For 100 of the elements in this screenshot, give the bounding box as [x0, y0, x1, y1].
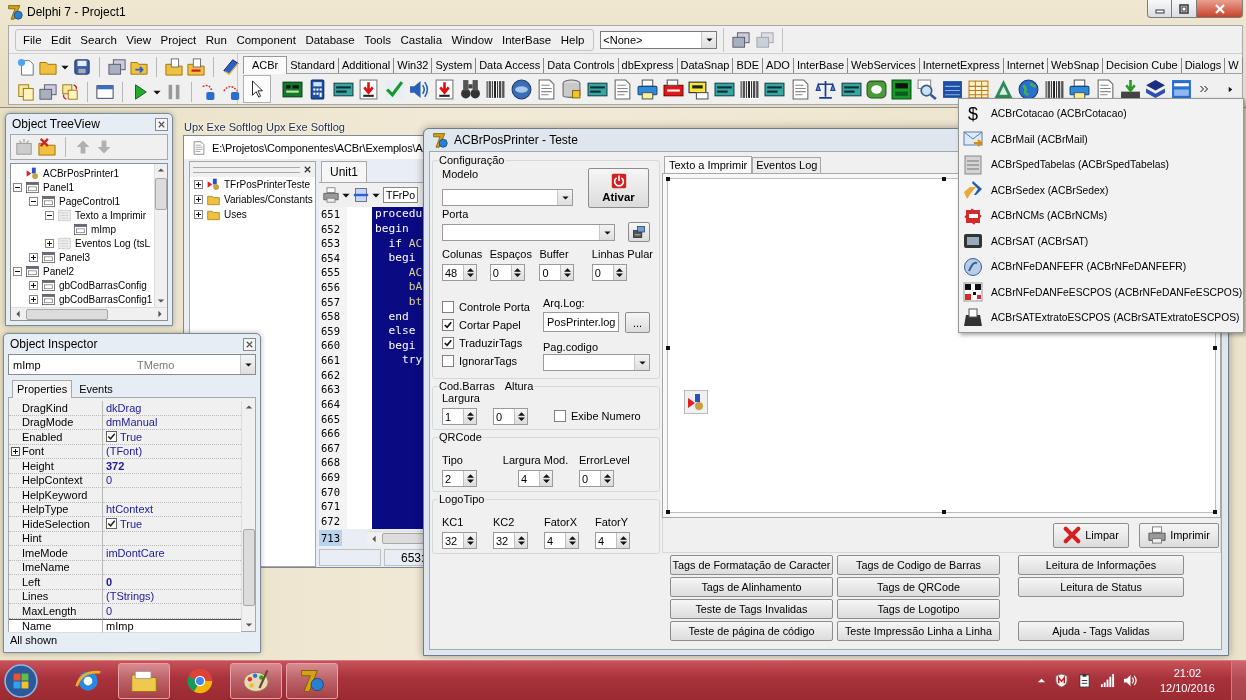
menu-item[interactable]: ACBrNFeDANFeESCPOS (ACBrNFeDANFeESCPOS) [961, 279, 1243, 305]
property-name[interactable]: MaxLength [9, 604, 103, 619]
property-name[interactable]: HelpKeyword [9, 488, 103, 503]
tree-toggle[interactable] [29, 196, 38, 206]
scroll-up-icon[interactable] [157, 166, 165, 174]
list-icon[interactable] [942, 78, 964, 100]
magnifier-icon[interactable] [916, 78, 938, 100]
property-name[interactable]: HideSelection [9, 517, 103, 532]
spin-button[interactable] [616, 533, 629, 548]
tab[interactable]: Unit1 [321, 161, 367, 182]
property-value[interactable]: True [103, 517, 241, 532]
arrow-down-icon[interactable] [434, 78, 456, 100]
clock-time[interactable]: 21:02 [1173, 665, 1202, 681]
palette-tab[interactable]: dbExpress [618, 58, 678, 73]
property-name[interactable]: HelpType [9, 502, 103, 517]
arrow-down-icon[interactable] [358, 78, 380, 100]
tree-item[interactable]: Eventos Log (tsL [75, 237, 151, 249]
tree-item[interactable]: gbCodBarrasConfig [59, 279, 147, 291]
scroll-thumb[interactable] [155, 178, 167, 210]
spin-field[interactable]: 1 [442, 408, 477, 425]
scroll-right-icon[interactable] [1226, 84, 1234, 94]
tab[interactable]: Events [74, 380, 118, 397]
spin-field[interactable]: 4 [544, 532, 579, 549]
test-button[interactable]: Teste Impressão Linha a Linha [837, 621, 1000, 641]
scroll-down-icon[interactable] [157, 297, 165, 305]
taskbar-button[interactable] [118, 662, 170, 699]
property-name[interactable]: ImeMode [9, 546, 103, 561]
copy-icon[interactable] [17, 82, 35, 101]
book-icon[interactable] [222, 57, 240, 76]
dropdown-field[interactable] [442, 223, 615, 241]
test-button[interactable]: Tags de Formatação de Caracter [670, 555, 833, 575]
scroll-thumb[interactable] [382, 533, 424, 544]
test-button[interactable]: Tags de Codigo de Barras [837, 555, 1000, 575]
tab[interactable]: Properties [12, 380, 73, 398]
menu-item[interactable]: Help [560, 33, 585, 46]
clock-date[interactable]: 12/10/2016 [1159, 680, 1215, 696]
menu-item[interactable]: ACBrSpedTabelas (ACBrSpedTabelas) [961, 152, 1243, 178]
tree-item[interactable]: gbCodBarrasConfig1 [59, 293, 153, 305]
scroll-thumb[interactable] [242, 529, 255, 606]
spin-button[interactable] [463, 409, 476, 424]
resize-handle[interactable] [941, 177, 946, 181]
shield-icon[interactable] [1053, 673, 1069, 688]
resize-handle[interactable] [666, 177, 670, 181]
activate-button[interactable]: Ativar [588, 168, 649, 208]
resize-handle[interactable] [1213, 345, 1217, 350]
start-button[interactable] [4, 663, 38, 698]
scrollbar[interactable] [241, 401, 255, 631]
port-search-button[interactable] [628, 222, 650, 242]
clear-button[interactable]: Limpar [1053, 522, 1129, 548]
speaker-icon[interactable] [408, 78, 430, 100]
tree-toggle[interactable] [29, 280, 38, 290]
property-name[interactable]: Enabled [9, 430, 103, 445]
tree-toggle[interactable] [194, 210, 203, 219]
property-name[interactable]: Font [9, 444, 103, 459]
printer-icon[interactable] [323, 187, 339, 203]
maximize-button[interactable] [1172, 0, 1197, 18]
test-button[interactable]: Tags de Logotipo [837, 599, 1000, 619]
windows-icon[interactable] [39, 82, 57, 101]
browse-button[interactable]: ... [625, 312, 650, 333]
palette-tab[interactable]: DataSnap [677, 58, 734, 73]
folder-document-icon[interactable] [165, 57, 183, 76]
desktop-icon-label[interactable]: Upx Exe Softlog [266, 121, 345, 133]
tree-toggle[interactable] [13, 182, 22, 192]
printer-icon[interactable] [637, 78, 659, 100]
input-field[interactable]: PosPrinter.log [543, 312, 619, 332]
scale-icon[interactable] [815, 78, 837, 100]
scroll-thumb[interactable] [26, 308, 108, 320]
dropdown-button[interactable] [634, 355, 649, 370]
terminal-icon[interactable] [891, 78, 913, 100]
tree-item[interactable]: ACBrPosPrinter1 [43, 167, 120, 179]
tab[interactable]: Eventos Log [752, 157, 822, 173]
dropdown-button[interactable] [240, 355, 255, 374]
barcode-icon[interactable] [739, 78, 761, 100]
scroll-left-icon[interactable] [370, 534, 378, 543]
card-icon[interactable] [1170, 78, 1192, 100]
new-document-icon[interactable] [17, 57, 35, 76]
checkbox[interactable] [442, 337, 454, 349]
spin-button[interactable] [560, 265, 574, 280]
palette-tab[interactable]: Dialogs [1181, 58, 1226, 73]
check-icon[interactable] [383, 78, 405, 100]
menu-item[interactable]: ACBrMail (ACBrMail) [961, 126, 1243, 152]
property-name[interactable]: HelpContext [9, 473, 103, 488]
minimize-button[interactable] [1147, 0, 1172, 18]
test-button[interactable]: Leitura de Informações [1018, 555, 1184, 575]
tree-toggle[interactable] [194, 180, 203, 189]
checkbox-label[interactable]: Exibe Numero [571, 410, 641, 422]
barcode-icon[interactable] [485, 78, 507, 100]
menu-item[interactable]: Window [451, 33, 493, 46]
palette-tab[interactable]: Win32 [394, 58, 433, 73]
tree-item[interactable]: Panel3 [59, 251, 91, 263]
menu-item[interactable]: Castalia [400, 33, 443, 46]
close-button[interactable] [155, 117, 168, 131]
menu-item[interactable]: Project [160, 33, 197, 46]
test-button[interactable]: Tags de Alinhamento [670, 577, 833, 597]
spin-field[interactable]: 2 [442, 470, 477, 487]
palette-tab[interactable]: Standard [287, 58, 339, 73]
menu-item[interactable]: View [126, 33, 151, 46]
disc-icon[interactable] [510, 78, 532, 100]
download-icon[interactable] [1119, 78, 1141, 100]
scroll-right-icon[interactable] [156, 310, 164, 318]
